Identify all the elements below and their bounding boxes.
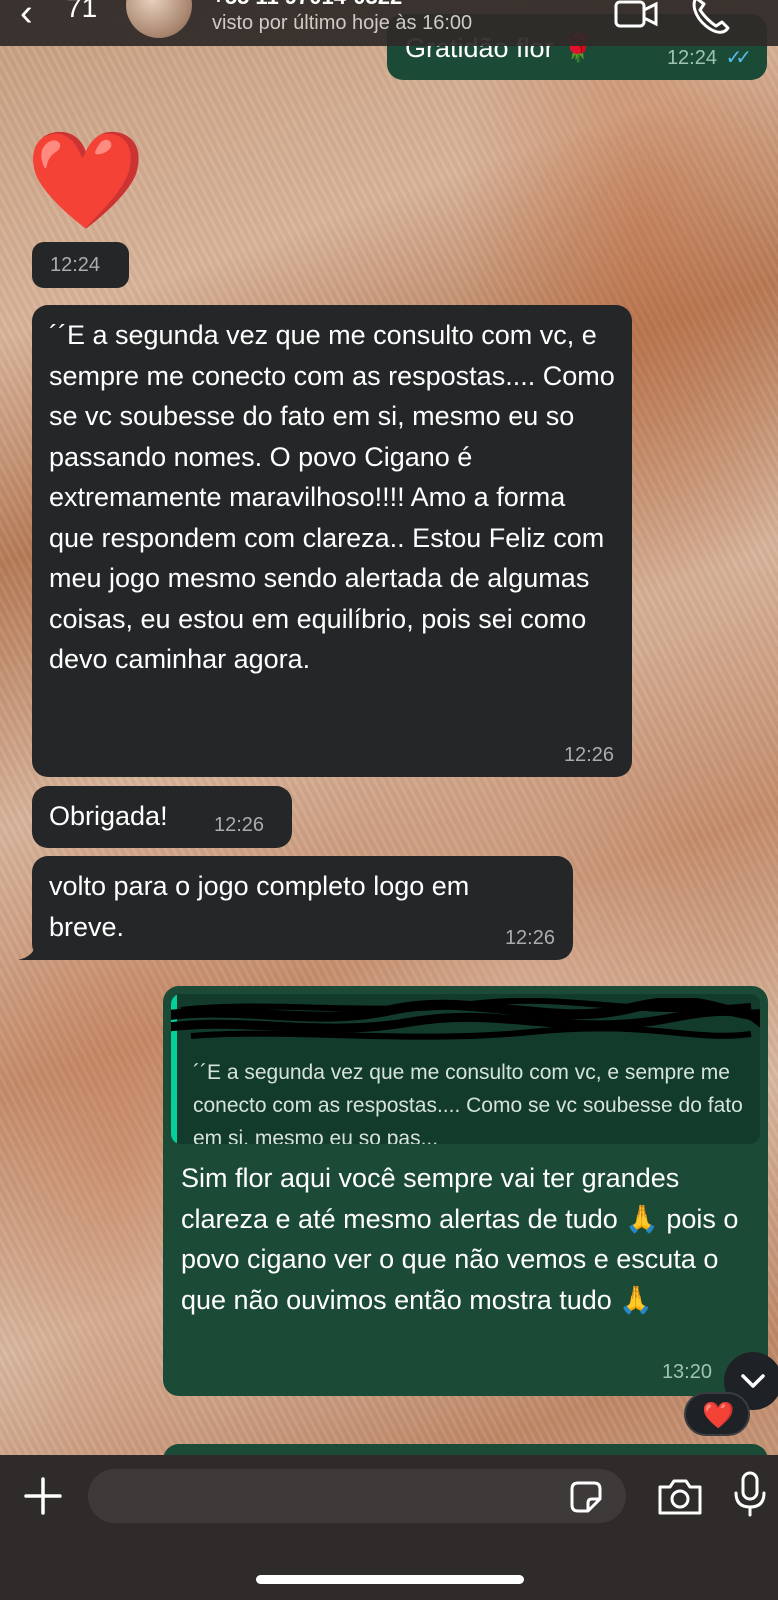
- chat-header: ‹ 71 +55 11 97014-0322 visto por último …: [0, 0, 778, 46]
- message-input[interactable]: [88, 1469, 626, 1523]
- message-bubble-incoming[interactable]: ´´E a segunda vez que me consulto com vc…: [32, 305, 632, 777]
- message-bubble-incoming[interactable]: Obrigada! 12:26: [32, 786, 292, 848]
- message-time: 12:26: [563, 744, 614, 766]
- quote-text: ´´E a segunda vez que me consulto com vc…: [193, 1061, 743, 1144]
- redaction-scribble: [171, 998, 760, 1040]
- message-bubble-outgoing[interactable]: ´´E a segunda vez que me consulto com vc…: [163, 986, 768, 1396]
- sticker-icon[interactable]: [566, 1477, 606, 1517]
- message-bubble-incoming[interactable]: volto para o jogo completo logo em breve…: [32, 856, 573, 960]
- message-time: 12:26: [504, 927, 555, 949]
- message-text: Obrigada!: [49, 801, 168, 831]
- contact-name[interactable]: +55 11 97014-0322: [212, 0, 402, 10]
- emoji-timestamp: 12:24: [32, 242, 129, 288]
- message-input-bar: [0, 1455, 778, 1600]
- message-time: 12:26: [214, 814, 265, 836]
- quoted-reply[interactable]: ´´E a segunda vez que me consulto com vc…: [171, 994, 760, 1144]
- video-call-icon[interactable]: [612, 0, 660, 40]
- microphone-icon[interactable]: [730, 1469, 770, 1519]
- heart-reaction-icon: ❤️: [702, 1400, 735, 1430]
- phone-icon[interactable]: [686, 0, 734, 40]
- last-seen-status: visto por último hoje às 16:00: [212, 12, 473, 34]
- message-text: volto para o jogo completo logo em breve…: [49, 871, 470, 942]
- chevron-left-icon[interactable]: ‹: [20, 0, 33, 32]
- message-time: 12:24: [50, 254, 101, 276]
- plus-icon[interactable]: [22, 1475, 64, 1517]
- message-text: Sim flor aqui você sempre vai ter grande…: [181, 1163, 739, 1315]
- message-time: 13:20: [661, 1361, 712, 1383]
- avatar[interactable]: [126, 0, 192, 38]
- message-text: ´´E a segunda vez que me consulto com vc…: [49, 320, 615, 674]
- message-time: 12:24: [666, 47, 717, 69]
- unread-count[interactable]: 71: [66, 0, 97, 24]
- message-reaction[interactable]: ❤️: [684, 1392, 750, 1436]
- camera-icon[interactable]: [656, 1473, 704, 1519]
- read-receipt-icon: ✓✓: [725, 47, 751, 69]
- emoji-message[interactable]: ❤️: [26, 126, 146, 236]
- home-indicator: [256, 1575, 524, 1584]
